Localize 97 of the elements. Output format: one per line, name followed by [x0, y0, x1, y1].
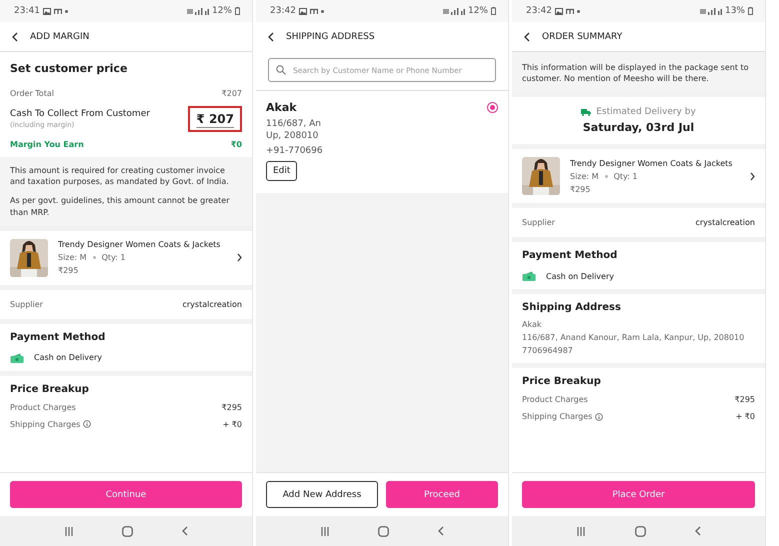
gallery-icon	[554, 8, 563, 14]
product-qty: Qty: 1	[614, 172, 638, 181]
delivery-label: Estimated Delivery by	[596, 107, 696, 118]
product-price: ₹295	[58, 266, 80, 276]
charge-label: Shipping Charges	[522, 412, 592, 422]
cash-icon	[522, 271, 536, 282]
chevron-right-icon[interactable]	[237, 253, 242, 262]
recents-icon[interactable]	[576, 526, 586, 536]
charge-value: ₹295	[734, 395, 755, 404]
back-icon[interactable]	[12, 32, 18, 42]
home-icon[interactable]	[634, 526, 646, 536]
info-text: As per govt. guidelines, this amount cannot be greater than MRP.	[10, 195, 230, 218]
supplier-label: Supplier	[10, 300, 43, 309]
info-text: This information will be displayed in the package sent to customer. No mention of Meesho will be there.	[522, 62, 750, 84]
section-heading: Set customer price	[10, 62, 128, 75]
info-icon[interactable]	[595, 412, 604, 421]
supplier-name: crystalcreation	[695, 218, 755, 228]
product-price: ₹295	[570, 184, 592, 194]
address-line: Up, 208010	[266, 131, 320, 141]
address-line: 116/687, Anand Kanour, Ram Lala, Kanpur, Up, 208010	[522, 333, 746, 342]
product-name: Trendy Designer Women Coats & Jackets	[570, 158, 734, 168]
order-total-value: ₹207	[222, 89, 242, 98]
status-time: 23:42	[270, 6, 296, 16]
screen-title: ADD MARGIN	[30, 32, 90, 42]
section-heading: Payment Method	[522, 250, 618, 262]
charge-value: + ₹0	[736, 412, 755, 422]
back-icon[interactable]	[524, 32, 530, 42]
add-address-button[interactable]: Add New Address	[266, 481, 378, 508]
info-text: This amount is required for creating customer invoice and taxation purposes, as mandated by Govt. of India.	[10, 165, 230, 188]
section-heading: Price Breakup	[10, 384, 90, 395]
search-icon	[276, 65, 286, 75]
battery-icon	[491, 7, 496, 15]
payment-method: Cash on Delivery	[34, 353, 102, 362]
phone-number: 7706964987	[522, 346, 574, 356]
charge-label: Shipping Charges	[10, 420, 80, 429]
battery-percent: 13%	[724, 6, 745, 16]
delivery-date: Saturday, 03rd Jul	[582, 121, 694, 134]
status-time: 23:42	[526, 6, 552, 16]
amount-field[interactable]: ₹ 207	[188, 106, 242, 132]
charge-label: Product Charges	[522, 395, 588, 404]
home-icon[interactable]	[378, 526, 390, 536]
product-qty: Qty: 1	[102, 253, 126, 262]
notification-dot-icon	[64, 10, 68, 12]
screen-title: ORDER SUMMARY	[542, 32, 622, 42]
supplier-name: crystalcreation	[182, 300, 242, 309]
product-name: Trendy Designer Women Coats & Jackets	[58, 240, 222, 250]
proceed-button[interactable]: Proceed	[386, 481, 498, 508]
charge-value: ₹295	[222, 402, 242, 412]
separator-dot-icon	[92, 256, 96, 260]
product-card[interactable]: Trendy Designer Women Coats & Jackets Size: M Qty: 1 ₹295	[0, 230, 252, 285]
supplier-label: Supplier	[522, 218, 555, 228]
address-line: 116/687, An	[266, 119, 322, 129]
app-logo-icon	[310, 8, 318, 14]
screen-title: SHIPPING ADDRESS	[286, 32, 375, 42]
cash-icon	[10, 352, 24, 363]
gallery-icon	[298, 8, 307, 14]
charge-label: Product Charges	[10, 402, 76, 412]
margin-value: ₹0	[230, 140, 242, 149]
recents-icon[interactable]	[64, 526, 74, 536]
home-icon[interactable]	[122, 526, 134, 536]
customer-name: Akak	[266, 101, 297, 114]
edit-button[interactable]: Edit	[266, 161, 298, 181]
app-logo-icon	[54, 8, 62, 14]
signal-icon	[700, 8, 722, 14]
battery-percent: 12%	[468, 6, 488, 16]
notification-dot-icon	[320, 10, 324, 12]
battery-percent: 12%	[212, 6, 232, 16]
battery-icon	[748, 7, 753, 15]
app-logo-icon	[566, 8, 574, 14]
place-order-button[interactable]: Place Order	[522, 481, 755, 508]
product-size: Size: M	[570, 172, 599, 181]
product-size: Size: M	[58, 253, 87, 262]
radio-button[interactable]	[487, 102, 498, 113]
charge-value: + ₹0	[222, 420, 242, 429]
payment-method: Cash on Delivery	[546, 272, 614, 281]
signal-icon	[186, 8, 209, 14]
section-heading: Shipping Address	[522, 302, 622, 314]
section-heading: Payment Method	[10, 332, 106, 343]
chevron-right-icon[interactable]	[750, 172, 755, 181]
signal-icon	[442, 8, 465, 14]
back-icon[interactable]	[268, 32, 274, 42]
order-total-label: Order Total	[10, 89, 54, 98]
continue-button[interactable]: Continue	[10, 481, 242, 508]
gallery-icon	[42, 8, 51, 14]
separator-dot-icon	[604, 174, 608, 178]
status-time: 23:41	[14, 6, 40, 16]
recents-icon[interactable]	[320, 526, 330, 536]
truck-icon	[581, 108, 592, 116]
margin-label: Margin You Earn	[10, 140, 84, 149]
cash-to-collect-label: Cash To Collect From Customer	[10, 109, 150, 119]
product-card[interactable]: Trendy Designer Women Coats & Jackets Size: M Qty: 1 ₹295	[512, 149, 765, 204]
notification-dot-icon	[576, 10, 580, 12]
battery-icon	[235, 7, 240, 15]
info-icon[interactable]	[83, 420, 92, 428]
phone-number: +91-770696	[266, 146, 324, 156]
section-heading: Price Breakup	[522, 376, 602, 388]
customer-name: Akak	[522, 320, 542, 330]
